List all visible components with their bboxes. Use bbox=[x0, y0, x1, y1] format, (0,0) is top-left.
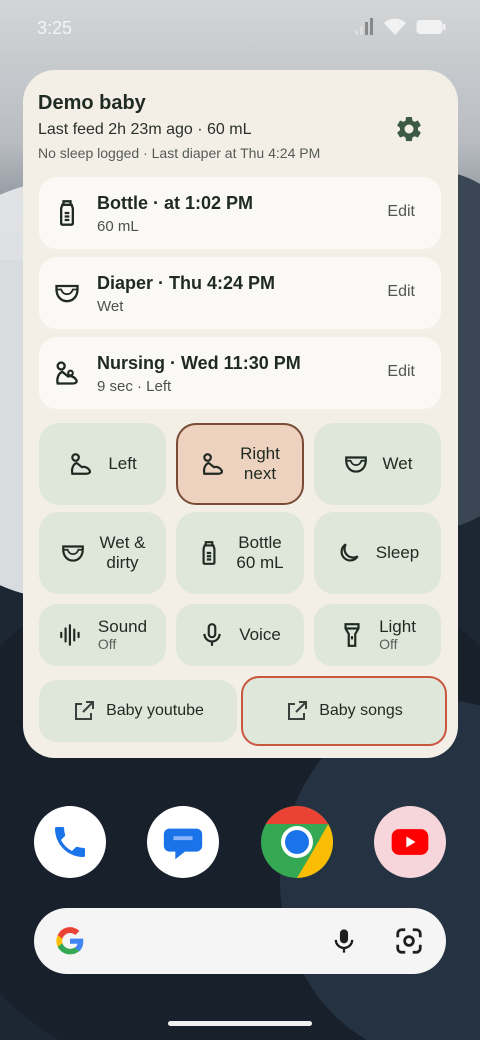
tile-label-line: 60 mL bbox=[236, 553, 284, 572]
lens-icon[interactable] bbox=[394, 926, 424, 956]
mic-icon bbox=[203, 623, 221, 646]
diaper-icon bbox=[55, 284, 79, 303]
edit-button[interactable]: Edit bbox=[387, 363, 415, 381]
bottle-feed-button[interactable]: Bottle 60 mL bbox=[176, 512, 304, 594]
baby-youtube-link[interactable]: Baby youtube bbox=[39, 680, 237, 742]
nursing-right-button[interactable]: Right next bbox=[176, 423, 304, 505]
edit-button[interactable]: Edit bbox=[387, 283, 415, 301]
event-title: Nursing · Wed 11:30 PM bbox=[97, 353, 301, 373]
sleep-button[interactable]: Sleep bbox=[314, 512, 441, 594]
google-search-bar[interactable] bbox=[34, 908, 446, 974]
open-external-icon bbox=[75, 701, 95, 720]
light-toggle[interactable]: Light Off bbox=[314, 604, 441, 666]
summary-text: No sleep logged · Last diaper at Thu 4:2… bbox=[38, 145, 321, 161]
link-label: Baby songs bbox=[319, 702, 403, 719]
diaper-wet-dirty-button[interactable]: Wet & dirty bbox=[39, 512, 166, 594]
tile-label: Bottle 60 mL bbox=[236, 533, 283, 573]
gear-icon[interactable] bbox=[394, 114, 424, 144]
moon-icon bbox=[340, 543, 359, 562]
event-title: Bottle · at 1:02 PM bbox=[97, 193, 254, 213]
toggle-state: Off bbox=[379, 635, 398, 652]
event-diaper[interactable]: Diaper · Thu 4:24 PM Wet Edit bbox=[39, 257, 441, 329]
tile-label: Right next bbox=[240, 444, 280, 484]
messages-app[interactable] bbox=[147, 806, 219, 878]
link-label: Baby youtube bbox=[106, 702, 204, 719]
home-gesture-handle[interactable] bbox=[168, 1021, 312, 1026]
bottle-icon bbox=[202, 541, 216, 565]
event-nursing[interactable]: Nursing · Wed 11:30 PM 9 sec · Left Edit bbox=[39, 337, 441, 409]
diaper-icon bbox=[61, 545, 84, 562]
diaper-icon bbox=[344, 456, 367, 473]
event-bottle[interactable]: Bottle · at 1:02 PM 60 mL Edit bbox=[39, 177, 441, 249]
waveform-icon bbox=[60, 624, 80, 646]
edit-button[interactable]: Edit bbox=[387, 203, 415, 221]
nursing-left-button[interactable]: Left bbox=[39, 423, 166, 505]
tile-label-line: Bottle bbox=[238, 533, 282, 552]
tile-label-line: next bbox=[243, 464, 277, 483]
wifi-icon bbox=[384, 18, 406, 35]
toggle-title: Light bbox=[379, 616, 416, 636]
baby-songs-link[interactable]: Baby songs bbox=[241, 676, 447, 746]
status-bar: 3:25 bbox=[0, 0, 480, 56]
event-detail: 60 mL bbox=[97, 218, 139, 235]
flashlight-icon bbox=[344, 623, 360, 647]
chrome-icon bbox=[261, 806, 333, 878]
signal-icon bbox=[355, 18, 373, 35]
battery-icon bbox=[416, 20, 446, 34]
tile-label-line: dirty bbox=[106, 553, 139, 572]
toggle-title: Sound bbox=[97, 616, 148, 636]
tile-label: Wet bbox=[382, 454, 413, 473]
open-external-icon bbox=[288, 701, 308, 720]
voice-button[interactable]: Voice bbox=[176, 604, 304, 666]
tile-label: Wet & dirty bbox=[100, 533, 146, 573]
toggle-state: Off bbox=[97, 635, 117, 652]
last-feed-text: Last feed 2h 23m ago · 60 mL bbox=[38, 121, 252, 138]
nursing-icon bbox=[203, 453, 224, 475]
baby-tracker-widget: Demo baby Last feed 2h 23m ago · 60 mL N… bbox=[23, 70, 458, 758]
event-detail: Wet bbox=[97, 298, 124, 315]
tile-label: Sleep bbox=[375, 543, 420, 562]
tile-label-line: Right bbox=[240, 444, 280, 463]
bottle-icon bbox=[60, 200, 74, 226]
toggle-label: Light Off bbox=[379, 618, 416, 653]
mic-icon[interactable] bbox=[330, 926, 358, 956]
phone-icon bbox=[55, 827, 85, 857]
tile-label: Left bbox=[108, 454, 137, 473]
tile-label-line: Wet & bbox=[99, 533, 146, 552]
toggle-label: Sound Off bbox=[98, 618, 147, 653]
youtube-app[interactable] bbox=[374, 806, 446, 878]
chrome-app[interactable] bbox=[261, 806, 333, 878]
tile-label: Voice bbox=[239, 625, 281, 644]
phone-app[interactable] bbox=[34, 806, 106, 878]
event-title: Diaper · Thu 4:24 PM bbox=[97, 273, 276, 293]
status-time: 3:25 bbox=[37, 18, 73, 38]
baby-name: Demo baby bbox=[38, 92, 146, 114]
messages-icon bbox=[163, 828, 203, 860]
sound-toggle[interactable]: Sound Off bbox=[39, 604, 166, 666]
diaper-wet-button[interactable]: Wet bbox=[314, 423, 441, 505]
google-g-icon bbox=[56, 927, 84, 955]
youtube-icon bbox=[391, 829, 429, 855]
nursing-icon bbox=[56, 361, 78, 385]
event-detail: 9 sec · Left bbox=[97, 378, 172, 395]
nursing-icon bbox=[71, 453, 92, 475]
